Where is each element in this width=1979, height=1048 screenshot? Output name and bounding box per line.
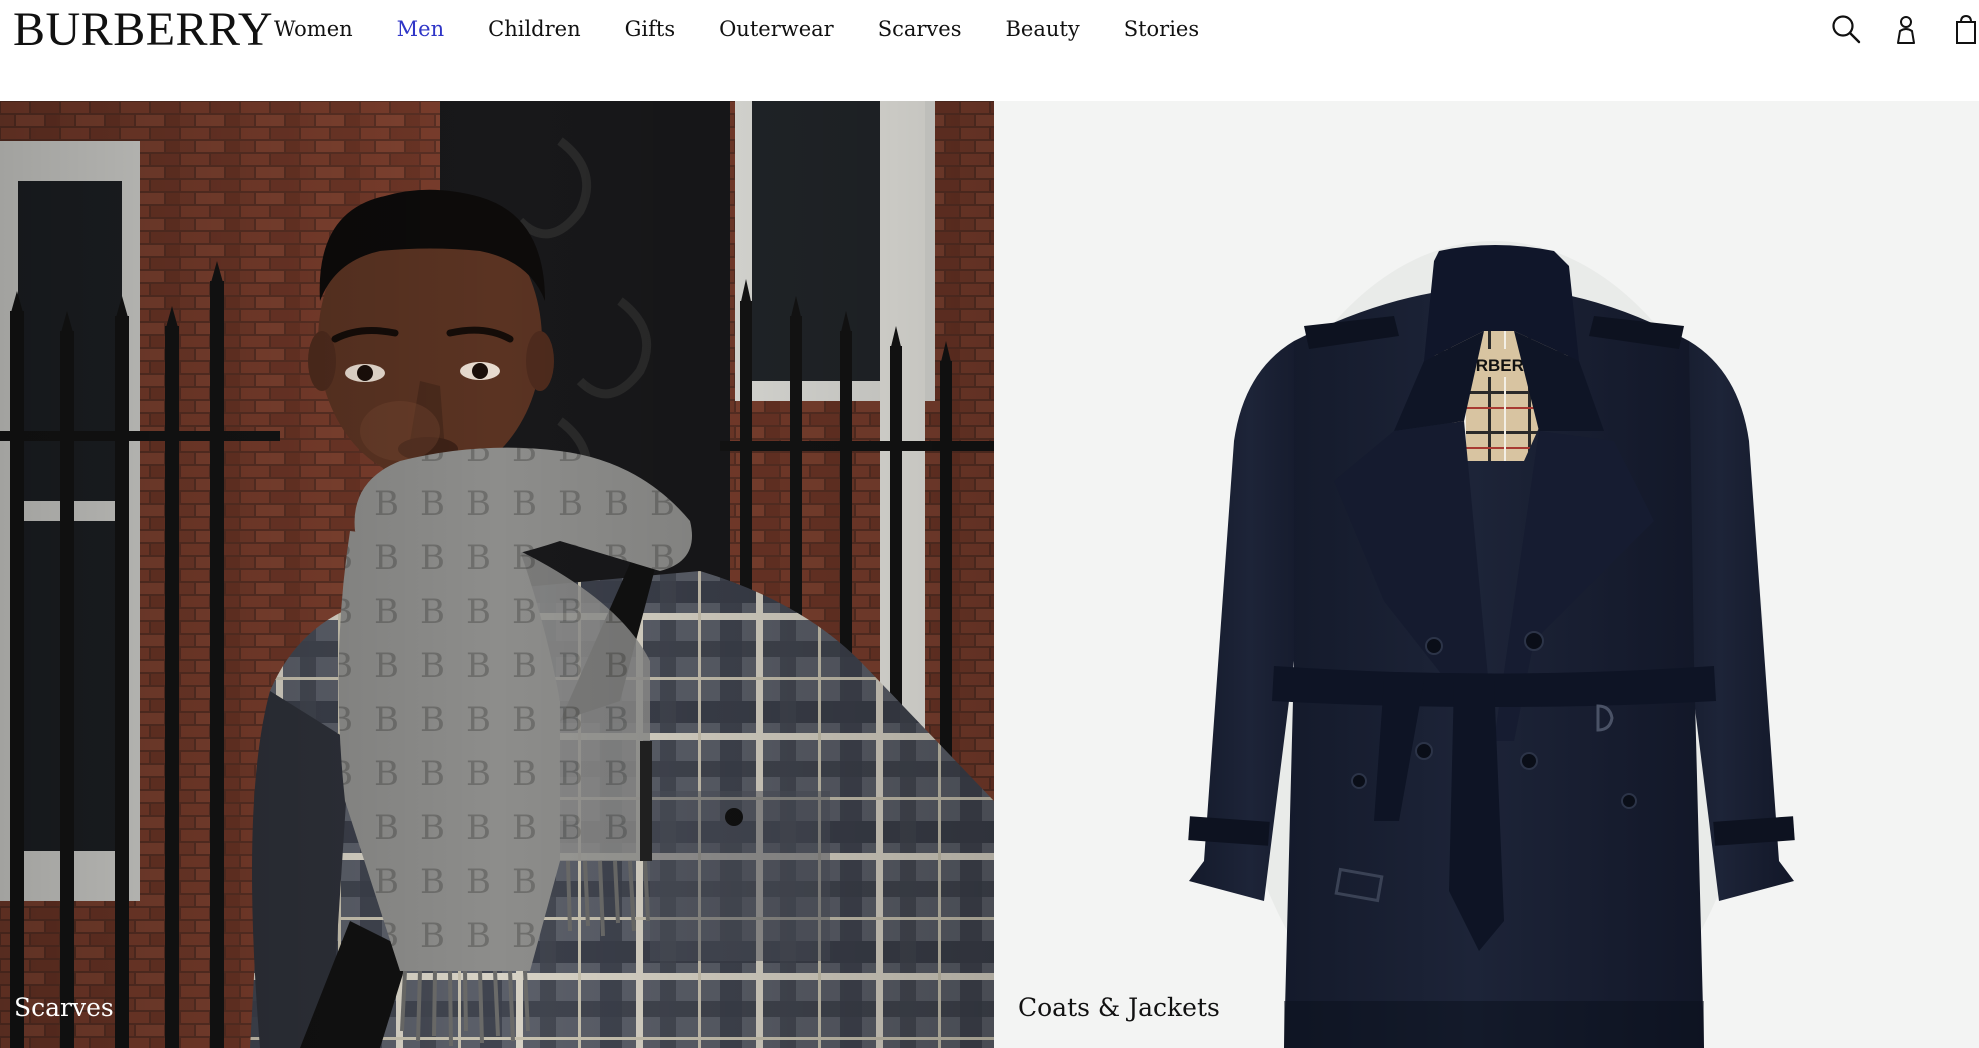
- panel-label-scarves[interactable]: Scarves: [14, 992, 114, 1024]
- header-icons: [1819, 12, 1979, 46]
- scarves-campaign-image: B: [0, 101, 994, 1048]
- main-nav: Women Men Children Gifts Outerwear Scarv…: [274, 13, 1243, 45]
- nav-item-beauty[interactable]: Beauty: [1005, 13, 1079, 45]
- shopping-bag-icon[interactable]: [1949, 12, 1979, 46]
- nav-item-stories[interactable]: Stories: [1124, 13, 1199, 45]
- panel-label-coats-jackets[interactable]: Coats & Jackets: [1018, 992, 1220, 1024]
- category-panel-coats-jackets[interactable]: BURBERRY Coats & Jackets: [994, 101, 1979, 1048]
- nav-item-gifts[interactable]: Gifts: [625, 13, 675, 45]
- trench-coat-product-image: BURBERRY: [1188, 241, 1795, 1048]
- search-icon[interactable]: [1829, 12, 1863, 46]
- nav-item-children[interactable]: Children: [488, 13, 580, 45]
- nav-item-outerwear[interactable]: Outerwear: [719, 13, 834, 45]
- category-panels: B: [0, 101, 1979, 1048]
- brand-logo[interactable]: BURBERRY: [13, 2, 273, 58]
- nav-item-women[interactable]: Women: [274, 13, 353, 45]
- site-header: BURBERRY Women Men Children Gifts Outerw…: [0, 0, 1979, 101]
- nav-item-men[interactable]: Men: [397, 13, 444, 45]
- category-panel-scarves[interactable]: B: [0, 101, 994, 1048]
- nav-item-scarves[interactable]: Scarves: [878, 13, 962, 45]
- account-icon[interactable]: [1889, 12, 1923, 46]
